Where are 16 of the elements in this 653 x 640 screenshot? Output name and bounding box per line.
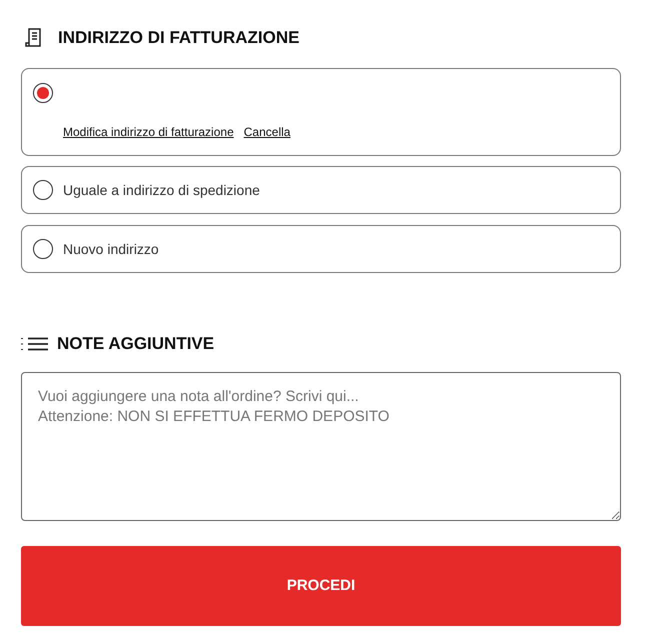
section-title: NOTE AGGIUNTIVE: [57, 333, 214, 356]
option-label: Uguale a indirizzo di spedizione: [63, 180, 260, 200]
text-link[interactable]: Cancella: [244, 123, 290, 141]
address-option[interactable]: Nuovo indirizzo: [21, 225, 621, 273]
address-option[interactable]: Uguale a indirizzo di spedizione: [21, 166, 621, 214]
option-label: Nuovo indirizzo: [63, 240, 159, 258]
radio-button[interactable]: [33, 239, 53, 259]
address-option[interactable]: Modifica indirizzo di fatturazione Cancella: [21, 68, 621, 156]
section-title: INDIRIZZO DI FATTURAZIONE: [58, 27, 300, 50]
radio-button[interactable]: [33, 83, 53, 103]
radio-button[interactable]: [33, 180, 53, 200]
receipt-icon: [25, 28, 44, 48]
note-field[interactable]: Vuoi aggiungere una nota all'ordine? Scrivi qui... Attenzione: NON SI EFFETTUA FERMO DEPOSITO: [21, 372, 621, 521]
text-link[interactable]: Modifica indirizzo di fatturazione: [63, 123, 234, 141]
list-icon: [21, 336, 49, 352]
submit-button[interactable]: PROCEDI: [21, 546, 621, 626]
